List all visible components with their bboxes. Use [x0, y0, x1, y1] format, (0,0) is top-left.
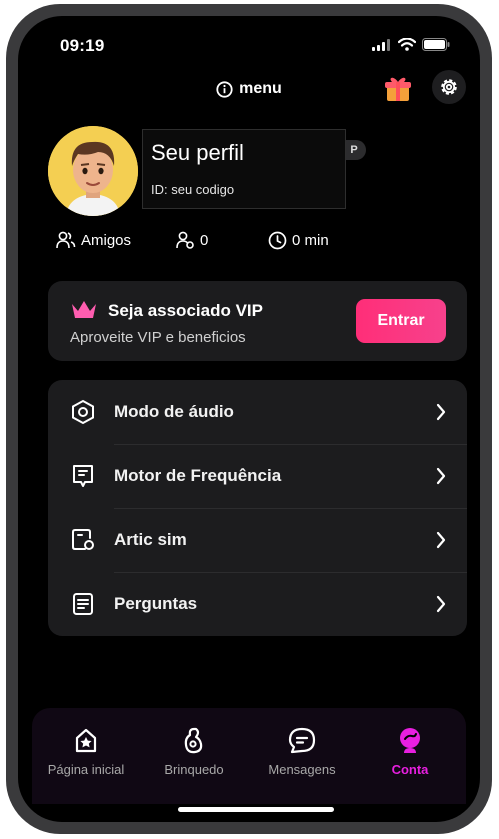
phone-frame: 09:19 menu P Seu perfil ID: seu codigo A… — [6, 4, 492, 834]
friends-stat[interactable]: Amigos — [56, 231, 131, 249]
toy-icon — [184, 727, 203, 754]
tab-toy[interactable]: Brinquedo — [140, 726, 248, 777]
profile-info-box[interactable]: Seu perfil ID: seu codigo — [142, 129, 346, 209]
document-list-icon — [73, 593, 93, 615]
menu-item-frequency-engine[interactable]: Motor de Frequência — [48, 444, 467, 508]
menu-item-questions[interactable]: Perguntas — [48, 572, 467, 636]
chevron-right-icon — [436, 467, 446, 485]
app-screen: 09:19 menu P Seu perfil ID: seu codigo A… — [18, 16, 480, 822]
time-stat[interactable]: 0 min — [268, 231, 329, 250]
menu-title: menu — [239, 80, 282, 97]
gear-icon — [441, 79, 457, 95]
status-time: 09:19 — [60, 36, 105, 55]
vip-title: Seja associado VIP — [108, 301, 263, 320]
time-value: 0 min — [292, 232, 329, 249]
friends-icon — [56, 231, 76, 249]
followers-count: 0 — [200, 231, 209, 249]
account-icon — [400, 728, 420, 753]
profile-name: Seu perfil — [151, 140, 244, 165]
menu-item-artic-sim[interactable]: Artic sim — [48, 508, 467, 572]
avatar[interactable] — [48, 126, 138, 216]
profile-id: ID: seu codigo — [151, 182, 235, 197]
status-icons — [372, 38, 450, 51]
chevron-right-icon — [436, 595, 446, 613]
tab-bar: Página inicial Brinquedo Mensagens Conta — [32, 708, 466, 804]
tab-account[interactable]: Conta — [356, 726, 464, 777]
vip-enter-button[interactable]: Entrar — [356, 299, 446, 343]
settings-menu: Modo de áudio Motor de Frequência Artic … — [48, 380, 467, 636]
chat-doc-icon — [73, 465, 93, 487]
tab-label: Página inicial — [47, 762, 125, 777]
avatar-image — [48, 126, 138, 216]
wifi-icon — [398, 38, 416, 51]
home-indicator — [178, 807, 334, 812]
vip-subtitle: Aproveite VIP e beneficios — [70, 329, 246, 346]
tab-home[interactable]: Página inicial — [32, 726, 140, 777]
message-icon — [288, 727, 316, 754]
tab-messages[interactable]: Mensagens — [248, 726, 356, 777]
tab-label: Brinquedo — [164, 762, 224, 777]
home-star-icon — [75, 728, 97, 753]
battery-icon — [422, 38, 450, 51]
chevron-right-icon — [436, 531, 446, 549]
menu-item-audio-mode[interactable]: Modo de áudio — [48, 380, 467, 444]
chevron-right-icon — [436, 403, 446, 421]
device-pointer-icon — [72, 529, 94, 550]
clock-icon — [268, 231, 287, 250]
tab-label: Conta — [391, 762, 429, 777]
menu-item-label: Modo de áudio — [114, 402, 234, 421]
signal-icon — [372, 38, 390, 51]
hexagon-gear-icon — [72, 399, 94, 425]
menu-item-label: Perguntas — [114, 594, 198, 613]
followers-stat[interactable]: 0 — [175, 231, 208, 249]
tab-label: Mensagens — [268, 762, 336, 777]
followers-icon — [176, 231, 194, 249]
crown-icon — [72, 301, 96, 318]
menu-item-label: Artic sim — [114, 530, 187, 549]
vip-card: Seja associado VIP Aproveite VIP e benef… — [48, 281, 467, 361]
info-icon — [216, 80, 233, 98]
gift-icon[interactable] — [383, 74, 413, 104]
settings-button[interactable] — [432, 70, 466, 104]
menu-item-label: Motor de Frequência — [114, 466, 282, 485]
friends-label: Amigos — [81, 231, 132, 249]
